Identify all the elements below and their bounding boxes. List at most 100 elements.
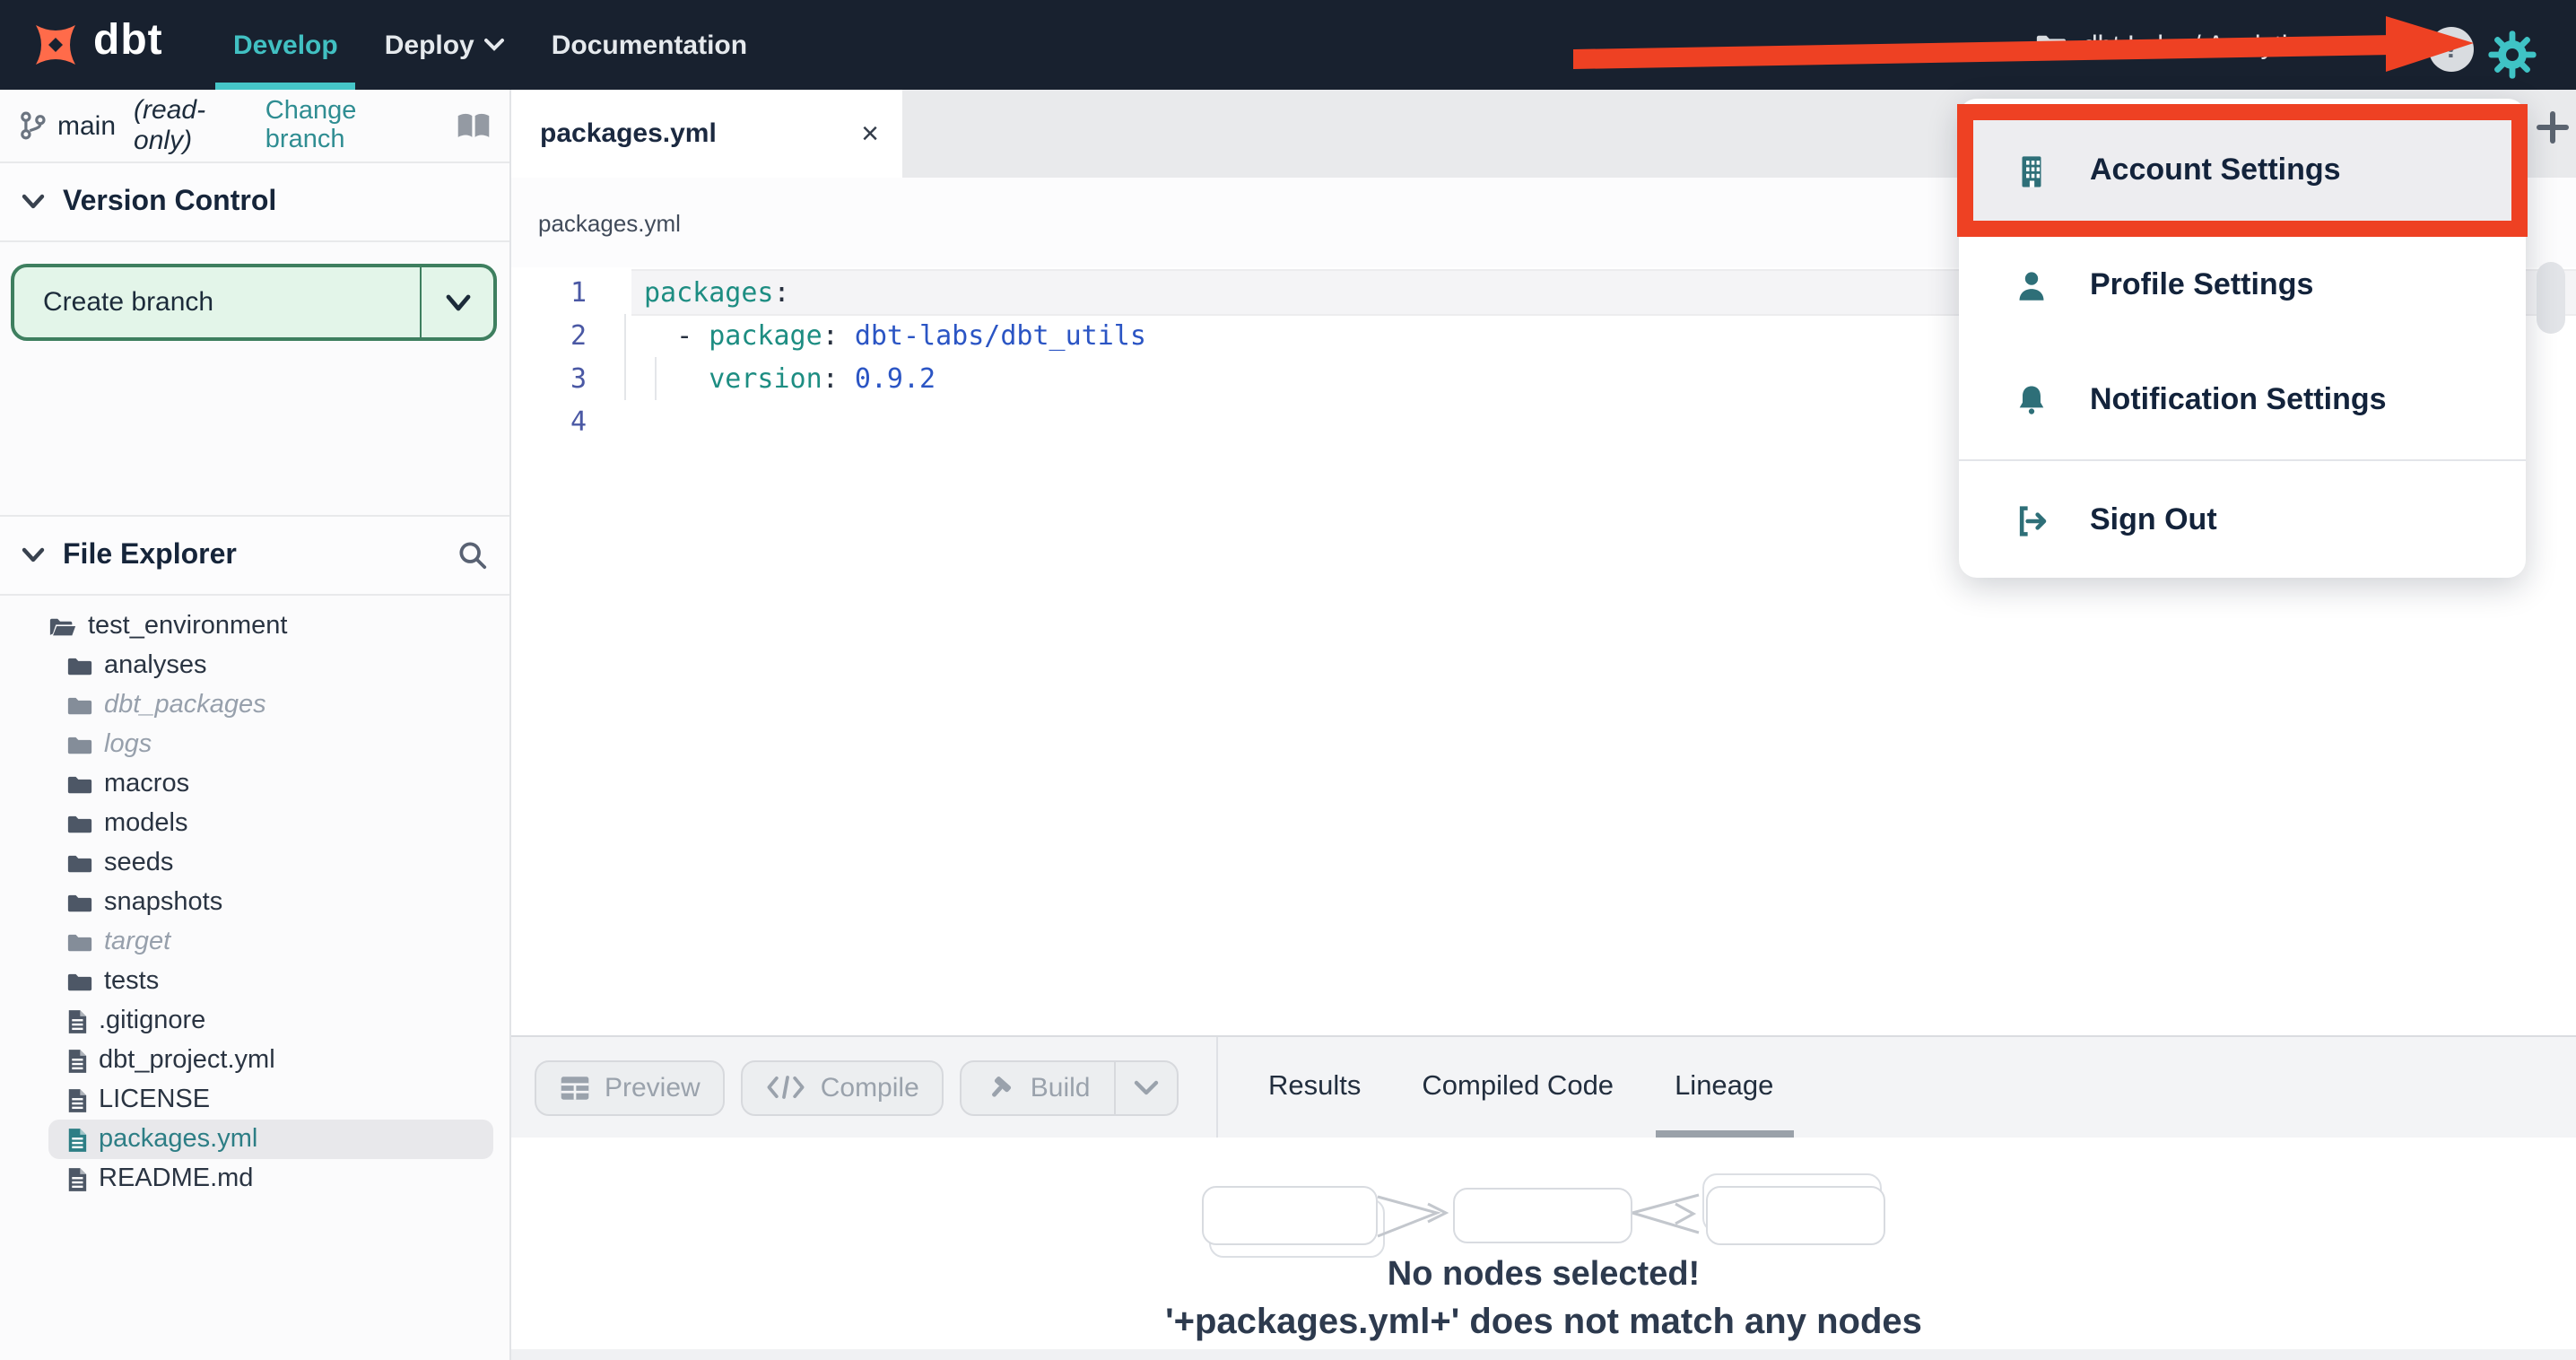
- folder-test-environment[interactable]: test_environment: [0, 606, 509, 646]
- tree-item-label: LICENSE: [99, 1085, 211, 1114]
- menu-item-label: Profile Settings: [2090, 267, 2314, 301]
- menu-item-sign-out[interactable]: Sign Out: [1959, 463, 2526, 578]
- branch-name: main: [57, 110, 117, 141]
- file-packages-yml[interactable]: packages.yml: [0, 1120, 509, 1159]
- file-license[interactable]: LICENSE: [0, 1080, 509, 1120]
- preview-button[interactable]: Preview: [535, 1059, 726, 1115]
- tree-item-label: logs: [104, 730, 152, 759]
- compile-button-main[interactable]: Compile: [744, 1061, 943, 1113]
- tree-item-label: .gitignore: [99, 1007, 206, 1035]
- tab-label: Compiled Code: [1422, 1071, 1614, 1102]
- build-caret-button[interactable]: [1113, 1061, 1177, 1113]
- file-readme-md[interactable]: README.md: [0, 1159, 509, 1199]
- result-tabs: Results Compiled Code Lineage: [1238, 1037, 2576, 1138]
- tree-item-label: analyses: [104, 651, 207, 680]
- hammer-icon: [986, 1072, 1016, 1103]
- tab-compiled-code[interactable]: Compiled Code: [1391, 1037, 1644, 1138]
- folder-tests[interactable]: tests: [0, 962, 509, 1001]
- breadcrumb-label: packages.yml: [538, 209, 681, 236]
- menu-item-notification-settings[interactable]: Notification Settings: [1959, 343, 2526, 458]
- folder-logs[interactable]: logs: [0, 725, 509, 764]
- create-branch-label: Create branch: [43, 287, 214, 318]
- folder-snapshots[interactable]: snapshots: [0, 883, 509, 922]
- user-icon: [2013, 266, 2050, 304]
- tab-results[interactable]: Results: [1238, 1037, 1391, 1138]
- nav-item-documentation[interactable]: Documentation: [552, 0, 747, 90]
- build-button[interactable]: Build: [960, 1059, 1179, 1115]
- tree-item-label: packages.yml: [99, 1125, 258, 1154]
- new-tab-plus-icon[interactable]: [2533, 108, 2572, 147]
- project-context[interactable]: dbt Labs / Analytics: [2034, 0, 2315, 90]
- help-icon[interactable]: ?: [2429, 27, 2474, 72]
- button-label: Preview: [605, 1072, 701, 1103]
- file-dbt-project-yml[interactable]: dbt_project.yml: [0, 1041, 509, 1080]
- nav-item-deploy[interactable]: Deploy: [385, 0, 505, 90]
- sign-out-icon: [2013, 501, 2050, 539]
- folder-analyses[interactable]: analyses: [0, 646, 509, 685]
- close-tab-icon[interactable]: ×: [838, 116, 902, 152]
- editor-scrollbar-thumb[interactable]: [2537, 262, 2565, 334]
- branch-row: main (read-only) Change branch: [0, 90, 509, 163]
- folder-dbt-packages[interactable]: dbt_packages: [0, 685, 509, 725]
- project-context-label: dbt Labs / Analytics: [2083, 30, 2315, 60]
- folder-icon: [66, 891, 93, 914]
- folder-target[interactable]: target: [0, 922, 509, 962]
- menu-item-label: Notification Settings: [2090, 382, 2387, 416]
- bell-icon: [2013, 381, 2050, 419]
- create-branch-button[interactable]: Create branch: [11, 264, 497, 341]
- code-token: 0.9.2: [854, 362, 936, 395]
- file-icon: [66, 1007, 88, 1034]
- file-explorer-header[interactable]: File Explorer: [0, 517, 509, 596]
- folder-icon: [66, 970, 93, 993]
- folder-icon: [66, 654, 93, 677]
- gear-icon[interactable]: [2486, 29, 2538, 81]
- version-control-title: Version Control: [63, 186, 277, 216]
- chevron-down-icon: [484, 38, 505, 52]
- chevron-down-icon: [22, 547, 45, 563]
- tree-item-label: tests: [104, 967, 160, 996]
- menu-item-label: Account Settings: [2090, 153, 2341, 187]
- tab-lineage[interactable]: Lineage: [1644, 1037, 1804, 1138]
- docs-book-icon[interactable]: [456, 110, 492, 141]
- main-nav: Develop Deploy Documentation: [214, 0, 747, 90]
- preview-button-main[interactable]: Preview: [536, 1061, 724, 1113]
- menu-item-profile-settings[interactable]: Profile Settings: [1959, 228, 2526, 343]
- change-branch-link[interactable]: Change branch: [265, 97, 431, 154]
- tab-title: packages.yml: [540, 118, 717, 149]
- search-icon[interactable]: [457, 540, 488, 571]
- code-token: :: [822, 319, 855, 352]
- tree-item-label: snapshots: [104, 888, 223, 917]
- dbt-cloud-ide: dbt Develop Deploy Documentation dbt Lab…: [0, 0, 2576, 1360]
- code-token: -: [644, 319, 709, 352]
- create-branch-caret-button[interactable]: [420, 267, 493, 337]
- line-number: 1: [570, 276, 587, 309]
- lineage-panel: No nodes selected! '+packages.yml+' does…: [511, 1138, 2576, 1349]
- tab-label: Results: [1268, 1071, 1362, 1102]
- folder-seeds[interactable]: seeds: [0, 843, 509, 883]
- sidebar: main (read-only) Change branch Version C…: [0, 90, 511, 1360]
- tab-packages-yml[interactable]: packages.yml ×: [511, 90, 902, 178]
- compile-button[interactable]: Compile: [741, 1059, 944, 1115]
- folder-models[interactable]: models: [0, 804, 509, 843]
- file-icon: [66, 1047, 88, 1074]
- file-gitignore[interactable]: .gitignore: [0, 1001, 509, 1041]
- file-explorer-title: File Explorer: [63, 539, 237, 570]
- version-control-header[interactable]: Version Control: [0, 163, 509, 242]
- build-button-main[interactable]: Build: [962, 1061, 1114, 1113]
- folder-macros[interactable]: macros: [0, 764, 509, 804]
- horizontal-scroll-track[interactable]: [511, 1349, 2576, 1360]
- tree-item-label: seeds: [104, 849, 174, 877]
- lineage-empty-subtitle: '+packages.yml+' does not match any node…: [1165, 1303, 1922, 1342]
- button-label: Compile: [820, 1072, 919, 1103]
- menu-item-account-settings[interactable]: Account Settings: [1959, 113, 2526, 228]
- building-icon: [2013, 152, 2050, 189]
- code-icon: [767, 1075, 806, 1100]
- indent-guide: [654, 357, 656, 400]
- folder-open-icon: [48, 615, 77, 638]
- branch-readonly-label: (read-only): [134, 95, 206, 156]
- tree-item-label: README.md: [99, 1164, 254, 1193]
- code-token: packages: [644, 276, 774, 309]
- tree-item-label: dbt_packages: [104, 691, 266, 719]
- menu-item-label: Sign Out: [2090, 502, 2217, 536]
- nav-item-develop[interactable]: Develop: [214, 0, 357, 90]
